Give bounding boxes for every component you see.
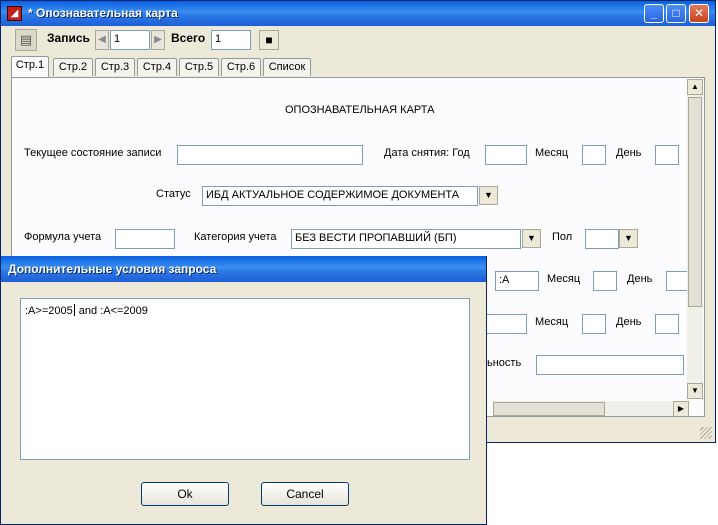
tab-page-2[interactable]: Стр.2 [53,58,93,76]
cancel-button[interactable]: Cancel [261,482,349,506]
category-label: Категория учета [194,231,277,243]
tab-page-1[interactable]: Стр.1 [11,56,49,77]
window-title: * Опознавательная карта [28,6,178,20]
scroll-down-button[interactable]: ▼ [687,383,703,399]
vertical-scroll-thumb[interactable] [688,97,702,307]
next-record-button[interactable]: ▶ [151,30,165,50]
row5-month-label: Месяц [535,316,569,328]
prev-record-button[interactable]: ◀ [95,30,109,50]
removal-day-field[interactable] [655,145,679,165]
row5-month-field[interactable] [582,314,606,334]
query-text-start: :A>=2005 [25,305,73,317]
chevron-down-icon: ▼ [624,233,633,243]
ok-button[interactable]: Ok [141,482,229,506]
status-label: Статус [156,188,191,200]
total-label: Всего [171,31,206,45]
row5-day-field[interactable] [655,314,679,334]
chevron-down-icon: ▼ [691,386,699,395]
row4-month-field[interactable] [593,271,617,291]
status-select[interactable]: ИБД АКТУАЛЬНОЕ СОДЕРЖИМОЕ ДОКУМЕНТА [202,186,478,206]
text-caret [73,304,75,316]
sex-select[interactable] [585,229,619,249]
maximize-button[interactable]: □ [666,4,686,23]
current-state-field[interactable] [177,145,363,165]
app-icon: ◢ [7,6,22,21]
resize-grip[interactable] [700,427,712,439]
record-number-input[interactable]: 1 [110,30,150,50]
title-bar[interactable]: ◢ * Опознавательная карта _ □ ✕ [1,1,715,26]
category-dropdown-button[interactable]: ▼ [522,229,541,248]
category-select[interactable]: БЕЗ ВЕСТИ ПРОПАВШИЙ (БП) [291,229,521,249]
formula-field[interactable] [115,229,175,249]
current-state-label: Текущее состояние записи [24,147,162,159]
removal-month-label: Месяц [535,147,569,159]
total-count-field: 1 [211,30,251,50]
dialog-title-bar[interactable]: Дополнительные условия запроса [1,256,486,282]
toolbar: ▤ Запись ◀ 1 ▶ Всего 1 ■ [1,27,715,55]
formula-label: Формула учета [24,231,102,243]
document-icon[interactable]: ▤ [15,29,37,51]
form-heading: ОПОЗНАВАТЕЛЬНАЯ КАРТА [285,104,435,116]
horizontal-scrollbar[interactable]: ▶ [493,401,689,416]
removal-year-field[interactable] [485,145,527,165]
close-button[interactable]: ✕ [689,4,709,23]
dialog-title: Дополнительные условия запроса [8,262,217,276]
tab-page-3[interactable]: Стр.3 [95,58,135,76]
sex-label: Пол [552,231,573,243]
partial-field[interactable] [536,355,684,375]
removal-day-label: День [616,147,642,159]
status-dropdown-button[interactable]: ▼ [479,186,498,205]
sex-dropdown-button[interactable]: ▼ [619,229,638,248]
query-text-area[interactable]: :A>=2005 and :A<=2009 [20,298,470,460]
record-label: Запись [47,31,90,45]
partial-label: ьность [487,357,522,369]
row4-day-label: День [627,273,653,285]
floppy-disk-icon: ■ [265,33,273,47]
query-text-end: and :A<=2009 [75,305,148,317]
chevron-down-icon: ▼ [484,190,493,200]
vertical-scrollbar[interactable]: ▲ ▼ [687,79,703,399]
row4-field[interactable]: :A [495,271,539,291]
scroll-up-button[interactable]: ▲ [687,79,703,95]
save-button[interactable]: ■ [259,30,279,50]
chevron-down-icon: ▼ [527,233,536,243]
horizontal-scroll-thumb[interactable] [493,402,605,416]
row4-month-label: Месяц [547,273,581,285]
tab-page-4[interactable]: Стр.4 [137,58,177,76]
chevron-right-icon: ▶ [677,404,685,413]
minimize-button[interactable]: _ [644,4,664,23]
tab-page-6[interactable]: Стр.6 [221,58,261,76]
chevron-up-icon: ▲ [691,82,699,91]
row5-year-field[interactable] [485,314,527,334]
tab-page-5[interactable]: Стр.5 [179,58,219,76]
removal-year-label: Дата снятия: Год [384,147,470,159]
tab-list[interactable]: Список [263,58,311,76]
row4-day-field[interactable] [666,271,689,291]
row5-day-label: День [616,316,642,328]
query-conditions-dialog: Дополнительные условия запроса :A>=2005 … [0,256,487,525]
removal-month-field[interactable] [582,145,606,165]
scroll-right-button[interactable]: ▶ [673,401,689,416]
